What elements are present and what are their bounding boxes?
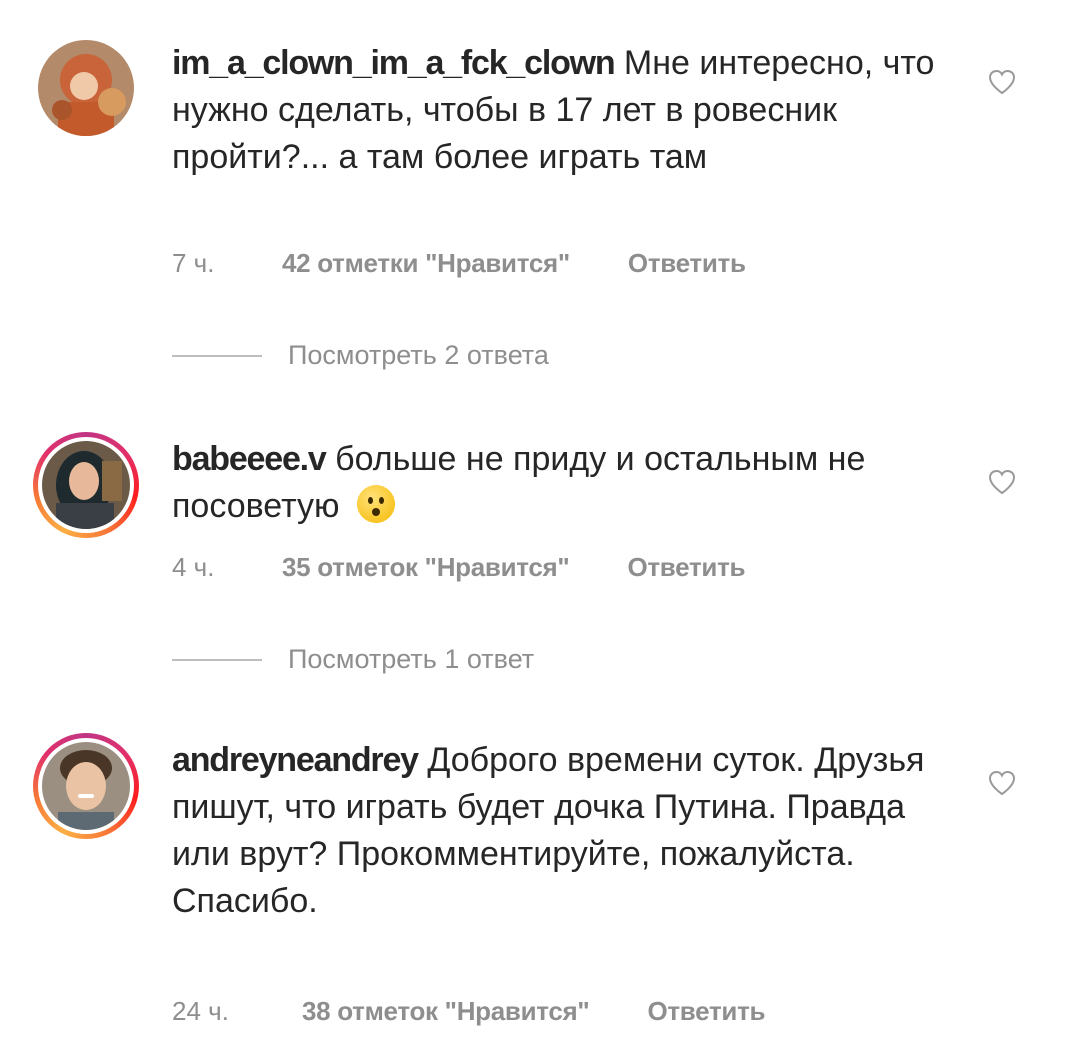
comment-username[interactable]: im_a_clown_im_a_fck_clown <box>172 44 616 82</box>
comment-likes[interactable]: 38 отметок "Нравится" <box>302 996 590 1027</box>
avatar-photo <box>42 742 130 830</box>
reply-button[interactable]: Ответить <box>627 552 745 583</box>
view-replies-button[interactable]: Посмотреть 1 ответ <box>172 644 534 675</box>
comment-text: im_a_clown_im_a_fck_clown Мне интересно,… <box>172 40 962 181</box>
comment-likes[interactable]: 42 отметки "Нравится" <box>282 248 570 279</box>
heart-outline-icon[interactable] <box>988 69 1016 95</box>
story-ring <box>38 738 134 834</box>
view-replies-label: Посмотреть 2 ответа <box>288 340 549 370</box>
heart-outline-icon[interactable] <box>988 469 1016 495</box>
hushed-face-emoji <box>356 485 395 523</box>
avatar-photo <box>42 441 130 529</box>
comment-time: 4 ч. <box>172 552 215 582</box>
divider <box>172 658 262 661</box>
avatar[interactable] <box>33 733 139 839</box>
comment-username[interactable]: babeeee.v <box>172 440 327 478</box>
comment-time: 7 ч. <box>172 248 215 278</box>
reply-button[interactable]: Ответить <box>647 996 765 1027</box>
comment-meta: 24 ч. 38 отметок "Нравится" Ответить <box>172 996 765 1027</box>
reply-button[interactable]: Ответить <box>628 248 746 279</box>
comment-time: 24 ч. <box>172 996 229 1026</box>
story-ring <box>38 437 134 533</box>
comment-meta: 4 ч. 35 отметок "Нравится" Ответить <box>172 552 745 583</box>
avatar[interactable] <box>33 432 139 538</box>
comment-likes[interactable]: 35 отметок "Нравится" <box>282 552 570 583</box>
heart-outline-icon[interactable] <box>988 770 1016 796</box>
avatar-photo <box>38 40 134 136</box>
view-replies-button[interactable]: Посмотреть 2 ответа <box>172 340 549 371</box>
comment-username[interactable]: andreyneandrey <box>172 741 419 779</box>
view-replies-label: Посмотреть 1 ответ <box>288 644 535 674</box>
comment-text: andreyneandrey Доброго времени суток. Др… <box>172 737 962 925</box>
comment-text: babeeee.v больше не приду и остальным не… <box>172 436 962 530</box>
avatar[interactable] <box>38 40 134 136</box>
comment-meta: 7 ч. 42 отметки "Нравится" Ответить <box>172 248 746 279</box>
divider <box>172 354 262 357</box>
